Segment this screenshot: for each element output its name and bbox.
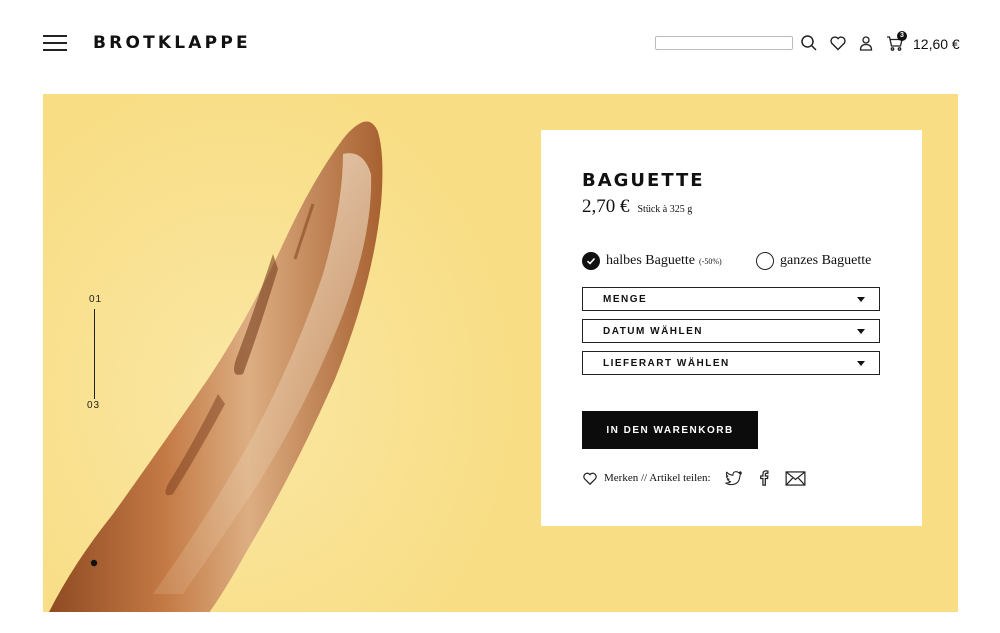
- select-label: LIEFERART WÄHLEN: [603, 357, 730, 369]
- brand-logo[interactable]: BROTKLAPPE: [93, 33, 251, 53]
- radio-checked-icon[interactable]: [582, 252, 600, 270]
- facebook-icon[interactable]: [759, 470, 769, 486]
- slide-total-number: 03: [87, 400, 101, 411]
- search-icon[interactable]: [800, 34, 818, 52]
- select-label: DATUM WÄHLEN: [603, 325, 704, 337]
- product-price: 2,70 €: [582, 196, 630, 217]
- search-input[interactable]: [655, 36, 793, 50]
- option-whole-baguette[interactable]: ganzes Baguette: [756, 251, 871, 271]
- heart-icon[interactable]: [582, 471, 598, 486]
- chevron-down-icon: [857, 360, 865, 366]
- option-half-baguette[interactable]: halbes Baguette (-50%): [582, 251, 722, 271]
- product-unit: Stück à 325 g: [637, 204, 693, 215]
- share-row: Merken // Artikel teilen:: [582, 468, 822, 488]
- delivery-select[interactable]: LIEFERART WÄHLEN: [582, 351, 880, 375]
- add-to-cart-button[interactable]: IN DEN WARENKORB: [582, 411, 758, 449]
- mail-icon[interactable]: [785, 470, 806, 486]
- date-select[interactable]: DATUM WÄHLEN: [582, 319, 880, 343]
- option-note: (-50%): [699, 256, 722, 266]
- product-title: BAGUETTE: [582, 170, 705, 191]
- chevron-down-icon: [857, 296, 865, 302]
- heart-icon[interactable]: [829, 34, 847, 52]
- site-header: BROTKLAPPE 3 12,60 €: [0, 0, 1000, 90]
- chevron-down-icon: [857, 328, 865, 334]
- option-label: ganzes Baguette: [780, 253, 872, 268]
- cart-count-badge: 3: [897, 31, 907, 41]
- product-card: BAGUETTE 2,70 € Stück à 325 g halbes Bag…: [541, 130, 922, 526]
- option-label: halbes Baguette: [606, 253, 696, 268]
- share-text: Merken // Artikel teilen:: [604, 472, 711, 484]
- price-row: 2,70 € Stück à 325 g: [582, 196, 692, 218]
- twitter-icon[interactable]: [724, 470, 743, 486]
- slide-current-number: 01: [89, 294, 103, 305]
- quantity-select[interactable]: MENGE: [582, 287, 880, 311]
- slide-progress-line: [94, 309, 95, 399]
- user-icon[interactable]: [857, 34, 875, 52]
- baguette-image: [49, 121, 383, 612]
- cart-total[interactable]: 12,60 €: [913, 36, 960, 52]
- menu-icon[interactable]: [43, 35, 67, 51]
- select-label: MENGE: [603, 293, 648, 305]
- radio-unchecked-icon[interactable]: [756, 252, 774, 270]
